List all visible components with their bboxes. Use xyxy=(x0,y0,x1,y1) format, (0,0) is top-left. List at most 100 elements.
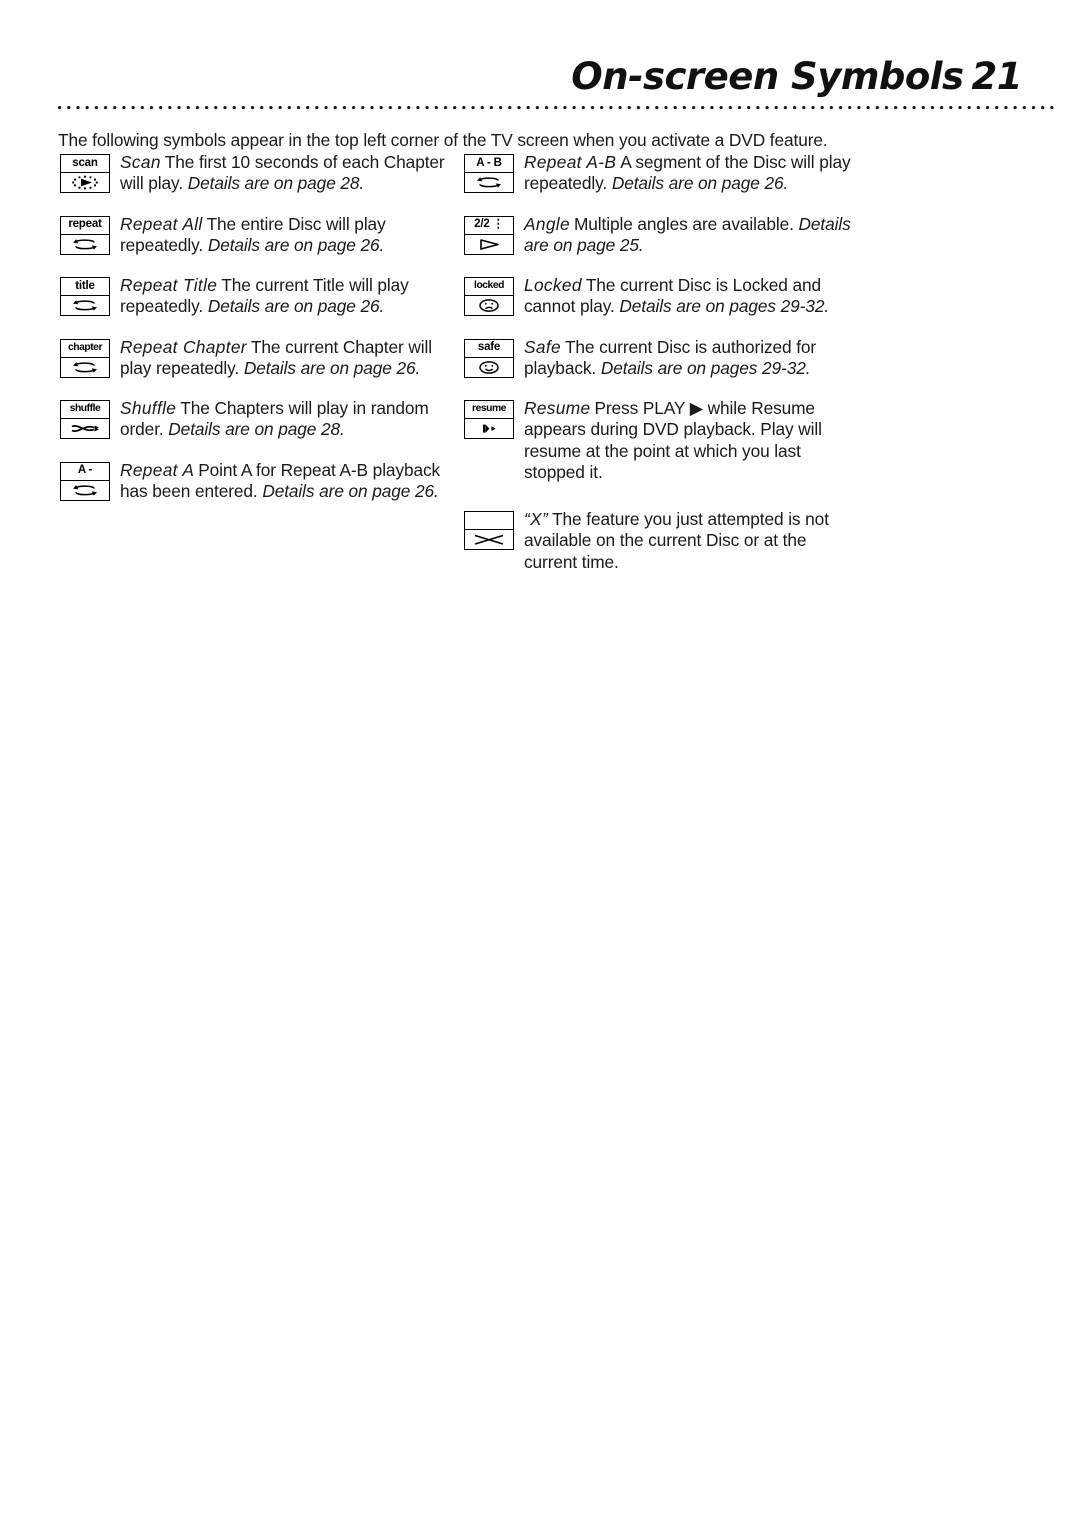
symbol-description: Repeat Chapter The current Chapter will p… xyxy=(120,337,455,380)
symbol-description: Repeat All The entire Disc will play repe… xyxy=(120,214,455,257)
symbol-icon-locked: locked xyxy=(464,277,516,317)
symbol-reference: Details are on page 26. xyxy=(207,296,385,317)
symbol-description: Safe The current Disc is authorized for p… xyxy=(524,337,864,380)
repeat-loop-icon xyxy=(61,358,109,377)
symbol-box-label: chapter xyxy=(61,340,109,358)
symbol-box: locked xyxy=(464,277,514,317)
symbol-box: chapter xyxy=(60,338,110,378)
symbol-term: “X” xyxy=(524,509,549,530)
symbol-term: Repeat All xyxy=(120,213,203,234)
repeat-loop-icon xyxy=(61,481,109,500)
symbol-description: Repeat A Point A for Repeat A-B playback … xyxy=(120,460,455,503)
symbol-entry-repeat-a: A - Repeat A Point A for Repeat A-B playb… xyxy=(60,460,455,503)
symbol-box-label: scan xyxy=(61,155,109,173)
symbol-icon-x xyxy=(464,511,516,551)
symbol-body: Multiple angles are available. xyxy=(573,213,794,234)
symbol-icon-repeat-a: A - xyxy=(60,461,112,501)
smiley-face-icon xyxy=(465,358,513,377)
symbol-reference: Details are on page 28. xyxy=(187,173,365,194)
symbol-entry-scan: scan Scan The first 10 seconds of each C… xyxy=(60,152,455,195)
dotted-divider xyxy=(58,105,1058,111)
repeat-loop-icon xyxy=(61,296,109,315)
x-cross-icon xyxy=(465,530,513,549)
page-title: On-screen Symbols 21 xyxy=(0,55,1080,98)
symbol-icon-safe: safe xyxy=(464,338,516,378)
symbol-entry-safe: safe Safe The current Disc is authorized … xyxy=(464,337,864,380)
symbol-box-label: repeat xyxy=(61,217,109,235)
symbol-box: title xyxy=(60,277,110,317)
symbol-icon-repeat-ab: A - B xyxy=(464,154,516,193)
symbol-body: The feature you just attempted is not av… xyxy=(524,509,829,572)
scan-dotted-play-icon xyxy=(61,173,109,192)
symbol-box: 2/2 ⋮ xyxy=(464,215,514,255)
symbol-box-label: safe xyxy=(465,340,513,358)
symbol-description: Shuffle The Chapters will play in random … xyxy=(120,398,455,441)
symbol-reference: Details are on page 26. xyxy=(207,234,385,255)
symbol-description: Repeat A-B A segment of the Disc will pla… xyxy=(524,152,864,195)
symbol-box: shuffle xyxy=(60,400,110,440)
symbol-box-label: A - xyxy=(61,463,109,481)
symbol-description: Scan The first 10 seconds of each Chapter… xyxy=(120,152,455,195)
symbol-entry-repeat-all: repeat Repeat All The entire Disc will pl… xyxy=(60,214,455,257)
symbol-box-label: resume xyxy=(465,401,513,420)
symbol-entry-repeat-chapter: chapter Repeat Chapter The current Chapte… xyxy=(60,337,455,380)
symbol-box xyxy=(464,511,514,551)
symbol-icon-scan: scan xyxy=(60,154,112,193)
intro-paragraph: The following symbols appear in the top … xyxy=(58,130,828,150)
symbol-box: A - B xyxy=(464,154,514,193)
symbol-term: Angle xyxy=(524,213,570,234)
symbol-entry-resume: resume Resume Press PLAY ▶ while Resume a… xyxy=(464,398,864,483)
symbol-term: Repeat Title xyxy=(120,275,218,296)
symbol-box-label: title xyxy=(61,278,109,297)
symbol-term: Repeat A xyxy=(120,459,195,480)
symbol-box-label: A - B xyxy=(465,155,513,173)
symbol-term: Repeat A-B xyxy=(524,152,617,172)
repeat-loop-icon xyxy=(465,173,513,192)
left-column: scan Scan The first 10 seconds of each C… xyxy=(60,152,455,521)
symbol-box-label: shuffle xyxy=(61,401,109,420)
symbol-entry-shuffle: shuffle Shuffle The Chapters will play in… xyxy=(60,398,455,441)
symbol-term: Locked xyxy=(524,275,582,296)
symbol-icon-angle: 2/2 ⋮ xyxy=(464,215,516,255)
repeat-loop-icon xyxy=(61,235,109,254)
sad-face-icon xyxy=(465,296,513,315)
symbol-reference: Details are on page 26. xyxy=(262,480,439,501)
page-number: 21 xyxy=(971,55,1023,98)
symbol-description: Repeat Title The current Title will play … xyxy=(120,275,455,318)
symbol-box: scan xyxy=(60,154,110,193)
angle-outline-triangle-icon xyxy=(465,235,513,254)
symbol-description: “X” The feature you just attempted is not… xyxy=(524,509,864,573)
symbol-icon-shuffle: shuffle xyxy=(60,400,112,440)
symbol-box: A - xyxy=(60,461,110,501)
shuffle-crossed-arrows-icon xyxy=(61,419,109,438)
symbol-reference: Details are on pages 29-32. xyxy=(619,296,830,317)
symbol-box: repeat xyxy=(60,215,110,255)
symbol-box-label: locked xyxy=(465,278,513,297)
symbol-icon-resume: resume xyxy=(464,400,516,440)
symbol-description: Resume Press PLAY ▶ while Resume appears … xyxy=(524,398,864,483)
symbol-entry-locked: locked Locked The current Disc is Locked … xyxy=(464,275,864,318)
symbol-icon-repeat-chapter: chapter xyxy=(60,338,112,378)
symbol-term: Shuffle xyxy=(120,398,177,419)
symbol-reference: Details are on pages 29-32. xyxy=(600,357,811,378)
symbol-entry-x: “X” The feature you just attempted is not… xyxy=(464,509,864,573)
symbol-description: Locked The current Disc is Locked and can… xyxy=(524,275,864,318)
symbol-entry-angle: 2/2 ⋮ Angle Multiple angles are available… xyxy=(464,214,864,257)
page-title-text: On-screen Symbols xyxy=(571,55,964,98)
symbol-icon-repeat-all: repeat xyxy=(60,215,112,255)
symbol-box: safe xyxy=(464,338,514,378)
resume-bar-play-icon xyxy=(465,419,513,438)
right-column: A - B Repeat A-B A segment of the Disc wi… xyxy=(464,152,864,592)
symbol-description: Angle Multiple angles are available. Deta… xyxy=(524,214,864,257)
symbol-box-label: 2/2 ⋮ xyxy=(465,217,513,235)
symbol-term: Repeat Chapter xyxy=(120,336,247,357)
symbol-box: resume xyxy=(464,400,514,440)
symbol-reference: Details are on page 26. xyxy=(243,357,421,378)
symbol-term: Safe xyxy=(524,336,561,357)
symbol-entry-repeat-title: title Repeat Title The current Title will… xyxy=(60,275,455,318)
symbol-term: Scan xyxy=(120,152,161,172)
symbol-reference: Details are on page 26. xyxy=(611,173,789,194)
symbol-term: Resume xyxy=(524,398,591,419)
page-header: On-screen Symbols 21 xyxy=(0,55,1080,111)
symbol-entry-repeat-ab: A - B Repeat A-B A segment of the Disc wi… xyxy=(464,152,864,195)
